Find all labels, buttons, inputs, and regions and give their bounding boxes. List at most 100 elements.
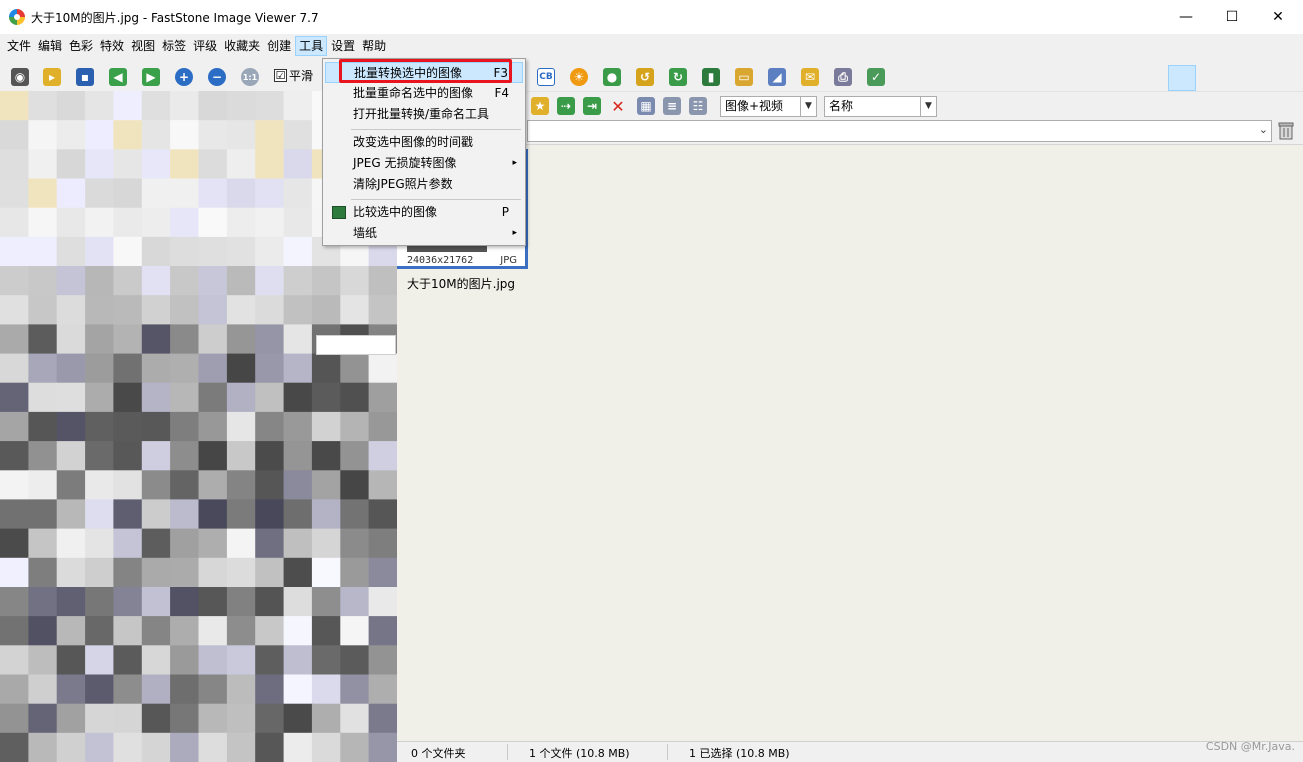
- mosaic-tile: [85, 411, 115, 442]
- mosaic-tile: [28, 236, 58, 267]
- mosaic-tile: [311, 703, 341, 734]
- mosaic-tile: [28, 149, 58, 180]
- mosaic-tile: [255, 207, 285, 238]
- actual-size-icon[interactable]: 1:1: [239, 66, 261, 88]
- cb-icon[interactable]: CB: [535, 66, 557, 88]
- new-folder-icon[interactable]: ★: [529, 95, 551, 117]
- path-combo[interactable]: ⌄: [527, 120, 1272, 142]
- filter-select[interactable]: 图像+视频 ▼: [720, 96, 817, 117]
- menu-compare-images[interactable]: 比较选中的图像 P: [325, 202, 523, 223]
- mosaic-tile: [311, 732, 341, 762]
- previous-icon[interactable]: ◀: [107, 66, 129, 88]
- menu-create[interactable]: 创建: [264, 36, 294, 56]
- mosaic-tile: [198, 674, 228, 705]
- mosaic-tile: [283, 411, 313, 442]
- folder-tree-combo[interactable]: [316, 335, 396, 355]
- copy-to-icon[interactable]: ⇢: [555, 95, 577, 117]
- mosaic-tile: [368, 557, 397, 588]
- mosaic-tile: [198, 149, 228, 180]
- checklist-icon[interactable]: ✓: [865, 66, 887, 88]
- mosaic-tile: [113, 470, 143, 501]
- mosaic-tile: [226, 557, 256, 588]
- menu-wallpaper[interactable]: 墙纸 ▸: [325, 223, 523, 244]
- rotate-right-icon[interactable]: ↻: [667, 66, 689, 88]
- menu-file[interactable]: 文件: [4, 36, 34, 56]
- close-button[interactable]: ✕: [1255, 0, 1301, 34]
- sort-select[interactable]: 名称 ▼: [824, 96, 937, 117]
- mosaic-tile: [226, 295, 256, 325]
- recycle-bin-icon[interactable]: [1277, 121, 1295, 141]
- menu-jpeg-lossless-rotate-label: JPEG 无损旋转图像: [353, 156, 457, 170]
- chevron-down-icon: ▼: [800, 97, 816, 116]
- mosaic-tile: [141, 266, 171, 296]
- menu-batch-rename[interactable]: 批量重命名选中的图像 F4: [325, 83, 523, 104]
- smooth-checkbox[interactable]: ☑ 平滑: [274, 67, 313, 84]
- layout-preview-icon[interactable]: [1201, 65, 1229, 91]
- mosaic-tile: [283, 616, 313, 646]
- email-icon[interactable]: ✉: [799, 66, 821, 88]
- mosaic-tile: [141, 616, 171, 646]
- stamp-icon[interactable]: ●: [601, 66, 623, 88]
- mosaic-tile: [0, 470, 29, 501]
- menu-change-timestamp[interactable]: 改变选中图像的时间戳: [325, 132, 523, 153]
- move-to-icon[interactable]: ⇥: [581, 95, 603, 117]
- layout-browser-icon[interactable]: [1168, 65, 1196, 91]
- menu-tools[interactable]: 工具: [295, 36, 328, 56]
- maximize-button[interactable]: ☐: [1209, 0, 1255, 34]
- details-view-icon[interactable]: ☷: [687, 95, 709, 117]
- menu-clear-jpeg-params[interactable]: 清除JPEG照片参数: [325, 174, 523, 195]
- thumbnails-view-icon[interactable]: ▦: [635, 95, 657, 117]
- layout-contact-icon[interactable]: [1234, 65, 1262, 91]
- mosaic-tile: [283, 732, 313, 762]
- mosaic-tile: [255, 178, 285, 209]
- open-folder-icon[interactable]: ▸: [41, 66, 63, 88]
- print-icon[interactable]: ⎙: [832, 66, 854, 88]
- mosaic-tile: [113, 295, 143, 325]
- mosaic-tile: [113, 324, 143, 355]
- compare-icon[interactable]: ▮: [700, 66, 722, 88]
- mosaic-tile: [170, 587, 200, 617]
- mosaic-tile: [283, 470, 313, 501]
- menu-help[interactable]: 帮助: [359, 36, 389, 56]
- menu-favorites[interactable]: 收藏夹: [221, 36, 263, 56]
- menu-rating[interactable]: 评级: [190, 36, 220, 56]
- app-logo-icon: [9, 9, 25, 25]
- menu-open-batch-tool[interactable]: 打开批量转换/重命名工具: [325, 104, 523, 125]
- menu-jpeg-lossless-rotate[interactable]: JPEG 无损旋转图像 ▸: [325, 153, 523, 174]
- zoom-out-icon[interactable]: −: [206, 66, 228, 88]
- mosaic-tile: [141, 149, 171, 180]
- menu-edit[interactable]: 编辑: [35, 36, 65, 56]
- mosaic-tile: [141, 295, 171, 325]
- mosaic-tile: [56, 470, 86, 501]
- delete-icon[interactable]: ✕: [607, 95, 629, 117]
- mosaic-tile: [198, 587, 228, 617]
- mosaic-tile: [226, 353, 256, 384]
- mosaic-tile: [368, 528, 397, 559]
- zoom-in-icon[interactable]: +: [173, 66, 195, 88]
- menu-settings[interactable]: 设置: [328, 36, 358, 56]
- scanner-icon[interactable]: ◢: [766, 66, 788, 88]
- mosaic-tile: [198, 324, 228, 355]
- menu-view[interactable]: 视图: [128, 36, 158, 56]
- rotate-left-icon[interactable]: ↺: [634, 66, 656, 88]
- mosaic-tile: [85, 91, 115, 121]
- mosaic-tile: [0, 324, 29, 355]
- mosaic-tile: [0, 120, 29, 150]
- mosaic-tile: [368, 266, 397, 296]
- mosaic-tile: [255, 236, 285, 267]
- save-icon[interactable]: ▪: [74, 66, 96, 88]
- slideshow-icon[interactable]: ▭: [733, 66, 755, 88]
- menu-effects[interactable]: 特效: [97, 36, 127, 56]
- fullscreen-icon[interactable]: [1266, 65, 1294, 91]
- brightness-icon[interactable]: ☀: [568, 66, 590, 88]
- next-icon[interactable]: ▶: [140, 66, 162, 88]
- menu-clear-jpeg-params-label: 清除JPEG照片参数: [353, 177, 453, 191]
- minimize-button[interactable]: —: [1163, 0, 1209, 34]
- camera-icon[interactable]: ◉: [9, 66, 31, 88]
- list-view-icon[interactable]: ≡: [661, 95, 683, 117]
- mosaic-tile: [141, 353, 171, 384]
- menu-color[interactable]: 色彩: [66, 36, 96, 56]
- thumbnail-filename[interactable]: 大于10M的图片.jpg: [407, 275, 515, 292]
- mosaic-tile: [311, 441, 341, 471]
- menu-tags[interactable]: 标签: [159, 36, 189, 56]
